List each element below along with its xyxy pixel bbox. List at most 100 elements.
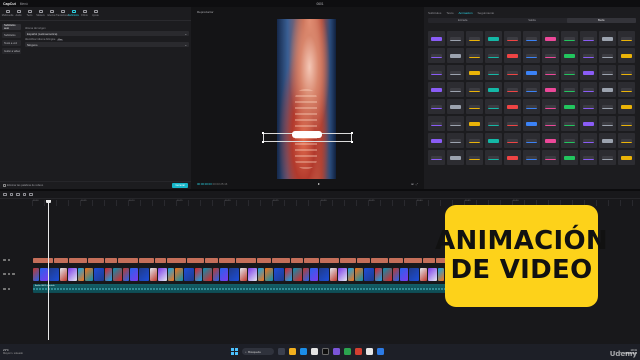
video-clip[interactable] <box>94 268 104 281</box>
video-clip[interactable] <box>258 268 264 281</box>
video-clip[interactable] <box>40 268 48 281</box>
animation-preset-tile[interactable] <box>618 31 635 46</box>
video-clip[interactable] <box>220 268 228 281</box>
animation-preset-tile[interactable] <box>466 65 483 80</box>
ratio-icon[interactable]: ⊞ <box>411 182 414 186</box>
animation-preset-tile[interactable] <box>504 48 521 63</box>
video-clip[interactable] <box>195 268 202 281</box>
text-clip[interactable] <box>33 258 53 263</box>
animation-preset-tile[interactable] <box>542 48 559 63</box>
resize-handle[interactable] <box>351 141 353 143</box>
animation-preset-tile[interactable] <box>542 116 559 131</box>
text-clip[interactable] <box>320 258 339 263</box>
animation-preset-tile[interactable] <box>561 31 578 46</box>
animation-preset-tile[interactable] <box>466 48 483 63</box>
animation-preset-tile[interactable] <box>580 31 597 46</box>
animation-preset-tile[interactable] <box>580 65 597 80</box>
select-tool-icon[interactable] <box>3 192 7 197</box>
animation-preset-tile[interactable] <box>618 116 635 131</box>
properties-tab[interactable]: Seguimiento <box>478 11 495 16</box>
tool-tab[interactable]: Stickers <box>35 7 46 20</box>
animation-preset-tile[interactable] <box>504 116 521 131</box>
video-clip[interactable] <box>383 268 392 281</box>
subnav-item[interactable]: Subtítulos auto <box>2 24 21 30</box>
app-icon[interactable] <box>366 348 373 355</box>
video-clip[interactable] <box>310 268 318 281</box>
animation-preset-tile[interactable] <box>599 48 616 63</box>
text-clip[interactable] <box>139 258 154 263</box>
tool-tab[interactable]: Multimedia <box>2 7 13 20</box>
video-clip[interactable] <box>33 268 39 281</box>
animation-preset-tile[interactable] <box>618 48 635 63</box>
video-clip[interactable] <box>60 268 67 281</box>
video-clip[interactable] <box>364 268 374 281</box>
app-icon[interactable] <box>344 348 351 355</box>
video-clip[interactable] <box>248 268 257 281</box>
animation-preset-tile[interactable] <box>485 150 502 165</box>
eye-icon[interactable] <box>7 258 11 262</box>
animation-preset-tile[interactable] <box>485 99 502 114</box>
video-clip[interactable] <box>274 268 284 281</box>
text-clip[interactable] <box>357 258 370 263</box>
animation-subtab[interactable]: Bucle <box>566 18 636 23</box>
bilingual-select[interactable]: Ninguno ⌄ <box>25 42 189 47</box>
video-preview[interactable] <box>277 19 336 179</box>
video-clip[interactable] <box>85 268 93 281</box>
animation-preset-tile[interactable] <box>466 133 483 148</box>
video-clip[interactable] <box>240 268 247 281</box>
animation-preset-tile[interactable] <box>466 99 483 114</box>
animation-preset-tile[interactable] <box>580 150 597 165</box>
animation-preset-tile[interactable] <box>485 133 502 148</box>
video-clip[interactable] <box>409 268 419 281</box>
taskbar-search[interactable]: ⌕ Búsqueda <box>242 348 274 355</box>
video-clip[interactable] <box>338 268 347 281</box>
text-clip[interactable] <box>219 258 235 263</box>
file-explorer-icon[interactable] <box>289 348 296 355</box>
text-clip[interactable] <box>423 258 435 263</box>
resize-handle[interactable] <box>262 141 264 143</box>
animation-preset-tile[interactable] <box>447 133 464 148</box>
edge-icon[interactable] <box>300 348 307 355</box>
lock-icon[interactable] <box>3 287 6 291</box>
animation-preset-tile[interactable] <box>428 65 445 80</box>
animation-preset-tile[interactable] <box>447 99 464 114</box>
animation-preset-tile[interactable] <box>542 99 559 114</box>
animation-preset-tile[interactable] <box>580 133 597 148</box>
animation-preset-tile[interactable] <box>485 31 502 46</box>
animation-preset-tile[interactable] <box>523 82 540 97</box>
chrome-icon[interactable] <box>311 348 318 355</box>
text-clip[interactable] <box>54 258 68 263</box>
animation-preset-tile[interactable] <box>618 133 635 148</box>
animation-preset-tile[interactable] <box>466 31 483 46</box>
video-clip[interactable] <box>393 268 399 281</box>
video-clip[interactable] <box>375 268 382 281</box>
video-clip[interactable] <box>150 268 157 281</box>
animation-preset-tile[interactable] <box>580 48 597 63</box>
animation-preset-tile[interactable] <box>428 31 445 46</box>
animation-preset-tile[interactable] <box>428 116 445 131</box>
animation-preset-tile[interactable] <box>485 48 502 63</box>
animation-preset-tile[interactable] <box>542 65 559 80</box>
speaker-icon[interactable] <box>7 287 11 291</box>
animation-preset-tile[interactable] <box>485 82 502 97</box>
animation-preset-tile[interactable] <box>504 99 521 114</box>
animation-preset-tile[interactable] <box>523 150 540 165</box>
subnav-item[interactable]: Guión a video <box>2 48 21 54</box>
resize-handle[interactable] <box>262 132 264 134</box>
video-clip[interactable] <box>229 268 239 281</box>
animation-preset-tile[interactable] <box>504 31 521 46</box>
animation-preset-tile[interactable] <box>428 82 445 97</box>
text-clip[interactable] <box>236 258 256 263</box>
video-clip[interactable] <box>213 268 219 281</box>
animation-preset-tile[interactable] <box>485 116 502 131</box>
animation-preset-tile[interactable] <box>428 150 445 165</box>
animation-preset-tile[interactable] <box>542 82 559 97</box>
animation-preset-tile[interactable] <box>466 150 483 165</box>
text-clip[interactable] <box>105 258 117 263</box>
animation-preset-tile[interactable] <box>485 65 502 80</box>
video-clip[interactable] <box>158 268 167 281</box>
video-clip[interactable] <box>428 268 437 281</box>
playhead[interactable] <box>46 200 50 340</box>
video-clip[interactable] <box>303 268 309 281</box>
text-clip[interactable] <box>118 258 138 263</box>
